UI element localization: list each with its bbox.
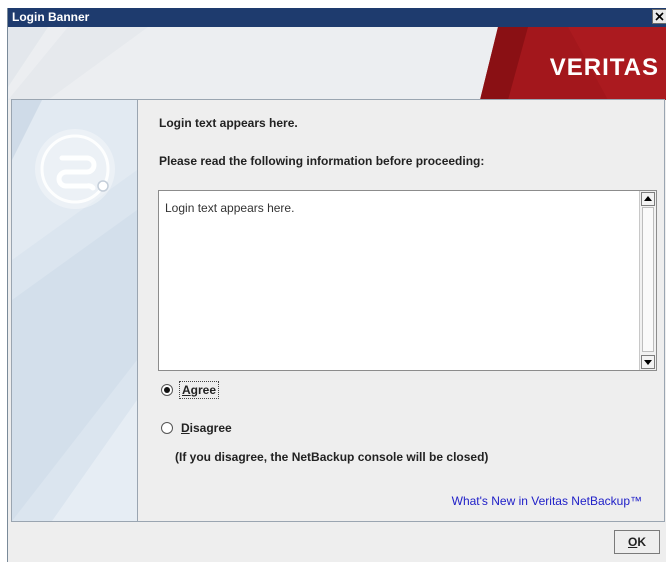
instruction-text: Please read the following information be… <box>159 154 485 168</box>
agree-radio[interactable] <box>161 384 173 396</box>
content-area: Login text appears here. Please read the… <box>11 99 665 522</box>
agree-option[interactable]: Agree <box>161 381 220 399</box>
login-banner-window: Login Banner VERITAS Login text appears … <box>7 8 666 562</box>
header-banner: VERITAS <box>8 27 666 100</box>
ok-button[interactable]: OK <box>614 530 660 554</box>
arrow-down-icon <box>644 360 652 365</box>
login-text-content: Login text appears here. <box>165 201 295 215</box>
scroll-down-button[interactable] <box>641 355 655 369</box>
disagree-warning-text: (If you disagree, the NetBackup console … <box>175 450 489 464</box>
netbackup-swirl-icon <box>35 129 115 209</box>
disagree-label[interactable]: Disagree <box>181 421 232 435</box>
login-text-area[interactable]: Login text appears here. <box>158 190 657 371</box>
veritas-logo: VERITAS <box>549 54 659 81</box>
window-title: Login Banner <box>12 10 90 24</box>
close-x-icon <box>655 12 664 21</box>
disagree-radio[interactable] <box>161 422 173 434</box>
disagree-option[interactable]: Disagree <box>161 420 232 436</box>
scrollbar-thumb[interactable] <box>642 207 654 352</box>
scroll-up-button[interactable] <box>641 192 655 206</box>
main-panel: Login text appears here. Please read the… <box>138 100 664 521</box>
vertical-scrollbar[interactable] <box>639 191 656 370</box>
agree-label[interactable]: Agree <box>178 381 220 399</box>
arrow-up-icon <box>644 196 652 201</box>
title-bar: Login Banner <box>8 8 666 27</box>
whats-new-link[interactable]: What's New in Veritas NetBackup™ <box>452 494 642 508</box>
intro-text: Login text appears here. <box>159 116 298 130</box>
close-button[interactable] <box>652 9 666 24</box>
side-panel <box>12 100 138 521</box>
